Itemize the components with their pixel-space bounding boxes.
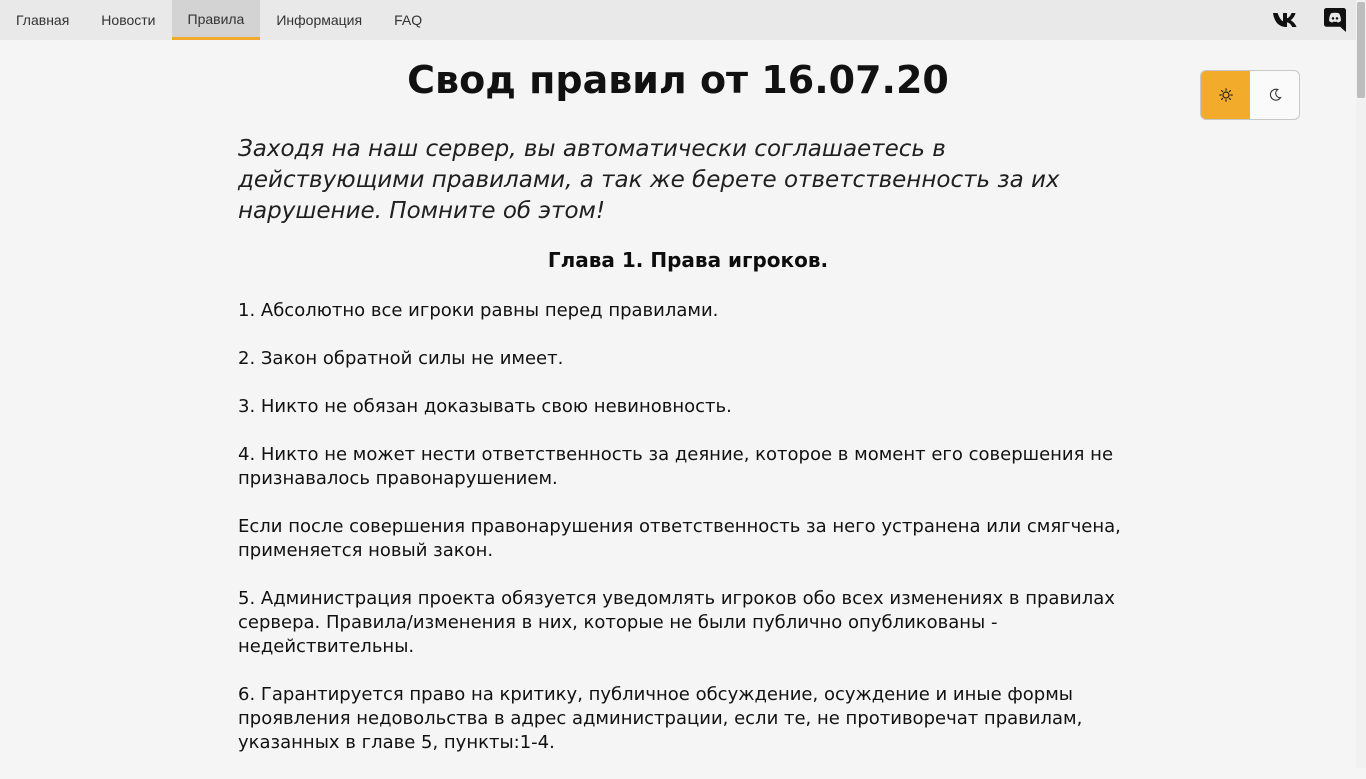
page-scrollbar[interactable] bbox=[1356, 0, 1366, 768]
intro-text: Заходя на наш сервер, вы автоматически с… bbox=[238, 136, 1060, 224]
nav-item-home[interactable]: Главная bbox=[0, 0, 85, 40]
nav-item-faq[interactable]: FAQ bbox=[378, 0, 438, 40]
nav-item-news[interactable]: Новости bbox=[85, 0, 171, 40]
vk-link[interactable] bbox=[1272, 0, 1298, 40]
top-navbar: Главная Новости Правила Информация FAQ bbox=[0, 0, 1356, 40]
scrollbar-thumb[interactable] bbox=[1357, 2, 1365, 98]
rule-item: Если после совершения правонарушения отв… bbox=[238, 516, 1121, 561]
nav-item-info[interactable]: Информация bbox=[260, 0, 378, 40]
rule-item: 3. Никто не обязан доказывать свою невин… bbox=[238, 396, 732, 417]
rule-item: 4. Никто не может нести ответственность … bbox=[238, 444, 1114, 489]
rule-item: 6. Гарантируется право на критику, публи… bbox=[238, 684, 1083, 753]
chapter-title: Глава 1. Права игроков. bbox=[547, 248, 829, 272]
rule-item: 2. Закон обратной силы не имеет. bbox=[238, 348, 564, 369]
discord-link[interactable] bbox=[1324, 0, 1346, 40]
nav-item-rules[interactable]: Правила bbox=[171, 0, 261, 40]
page-title: Свод правил от 16.07.20 bbox=[407, 58, 949, 102]
discord-icon bbox=[1324, 8, 1346, 32]
rule-item: 1. Абсолютно все игроки равны перед прав… bbox=[238, 300, 719, 321]
vk-icon bbox=[1273, 13, 1297, 27]
rules-list: 1. Абсолютно все игроки равны перед прав… bbox=[238, 299, 1138, 779]
rule-item: 5. Администрация проекта обязуется уведо… bbox=[238, 588, 1115, 657]
